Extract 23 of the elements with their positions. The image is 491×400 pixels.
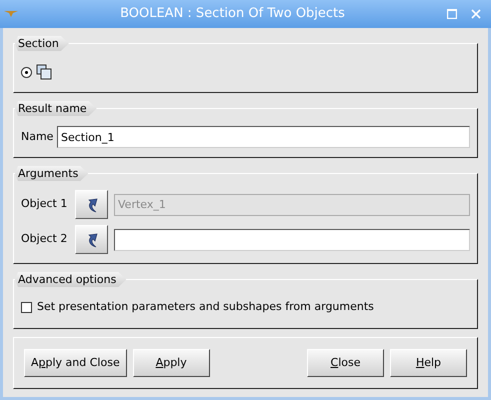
field-label: Name <box>21 128 51 145</box>
curved-arrow-icon <box>86 232 98 248</box>
field-label: Object 1 <box>21 196 68 212</box>
overlapping-squares-icon <box>36 64 52 80</box>
select-button[interactable] <box>75 225 108 254</box>
dialog-button[interactable]: Close <box>307 349 384 377</box>
group-title: Arguments <box>15 166 88 181</box>
window-title: BOOLEAN : Section Of Two Objects <box>119 5 346 24</box>
group-title: Advanced options <box>15 272 126 287</box>
checkbox-label: Set presentation parameters and subshapes from arguments <box>37 299 374 315</box>
field-label: Object 2 <box>21 231 68 248</box>
dialog-button[interactable]: Apply <box>132 349 210 377</box>
name-field[interactable]: Section_1 <box>57 126 470 148</box>
lamp-icon <box>4 10 18 18</box>
checkbox[interactable] <box>21 302 32 313</box>
select-button[interactable] <box>75 190 108 219</box>
object-field[interactable] <box>114 228 470 250</box>
curved-arrow-icon <box>86 196 98 212</box>
dialog-button[interactable]: Help <box>390 349 467 377</box>
radio-button[interactable] <box>21 66 32 78</box>
dialog-button[interactable]: Apply and Close <box>24 349 127 377</box>
group-title: Section <box>15 36 69 51</box>
group-title: Result name <box>15 101 97 116</box>
